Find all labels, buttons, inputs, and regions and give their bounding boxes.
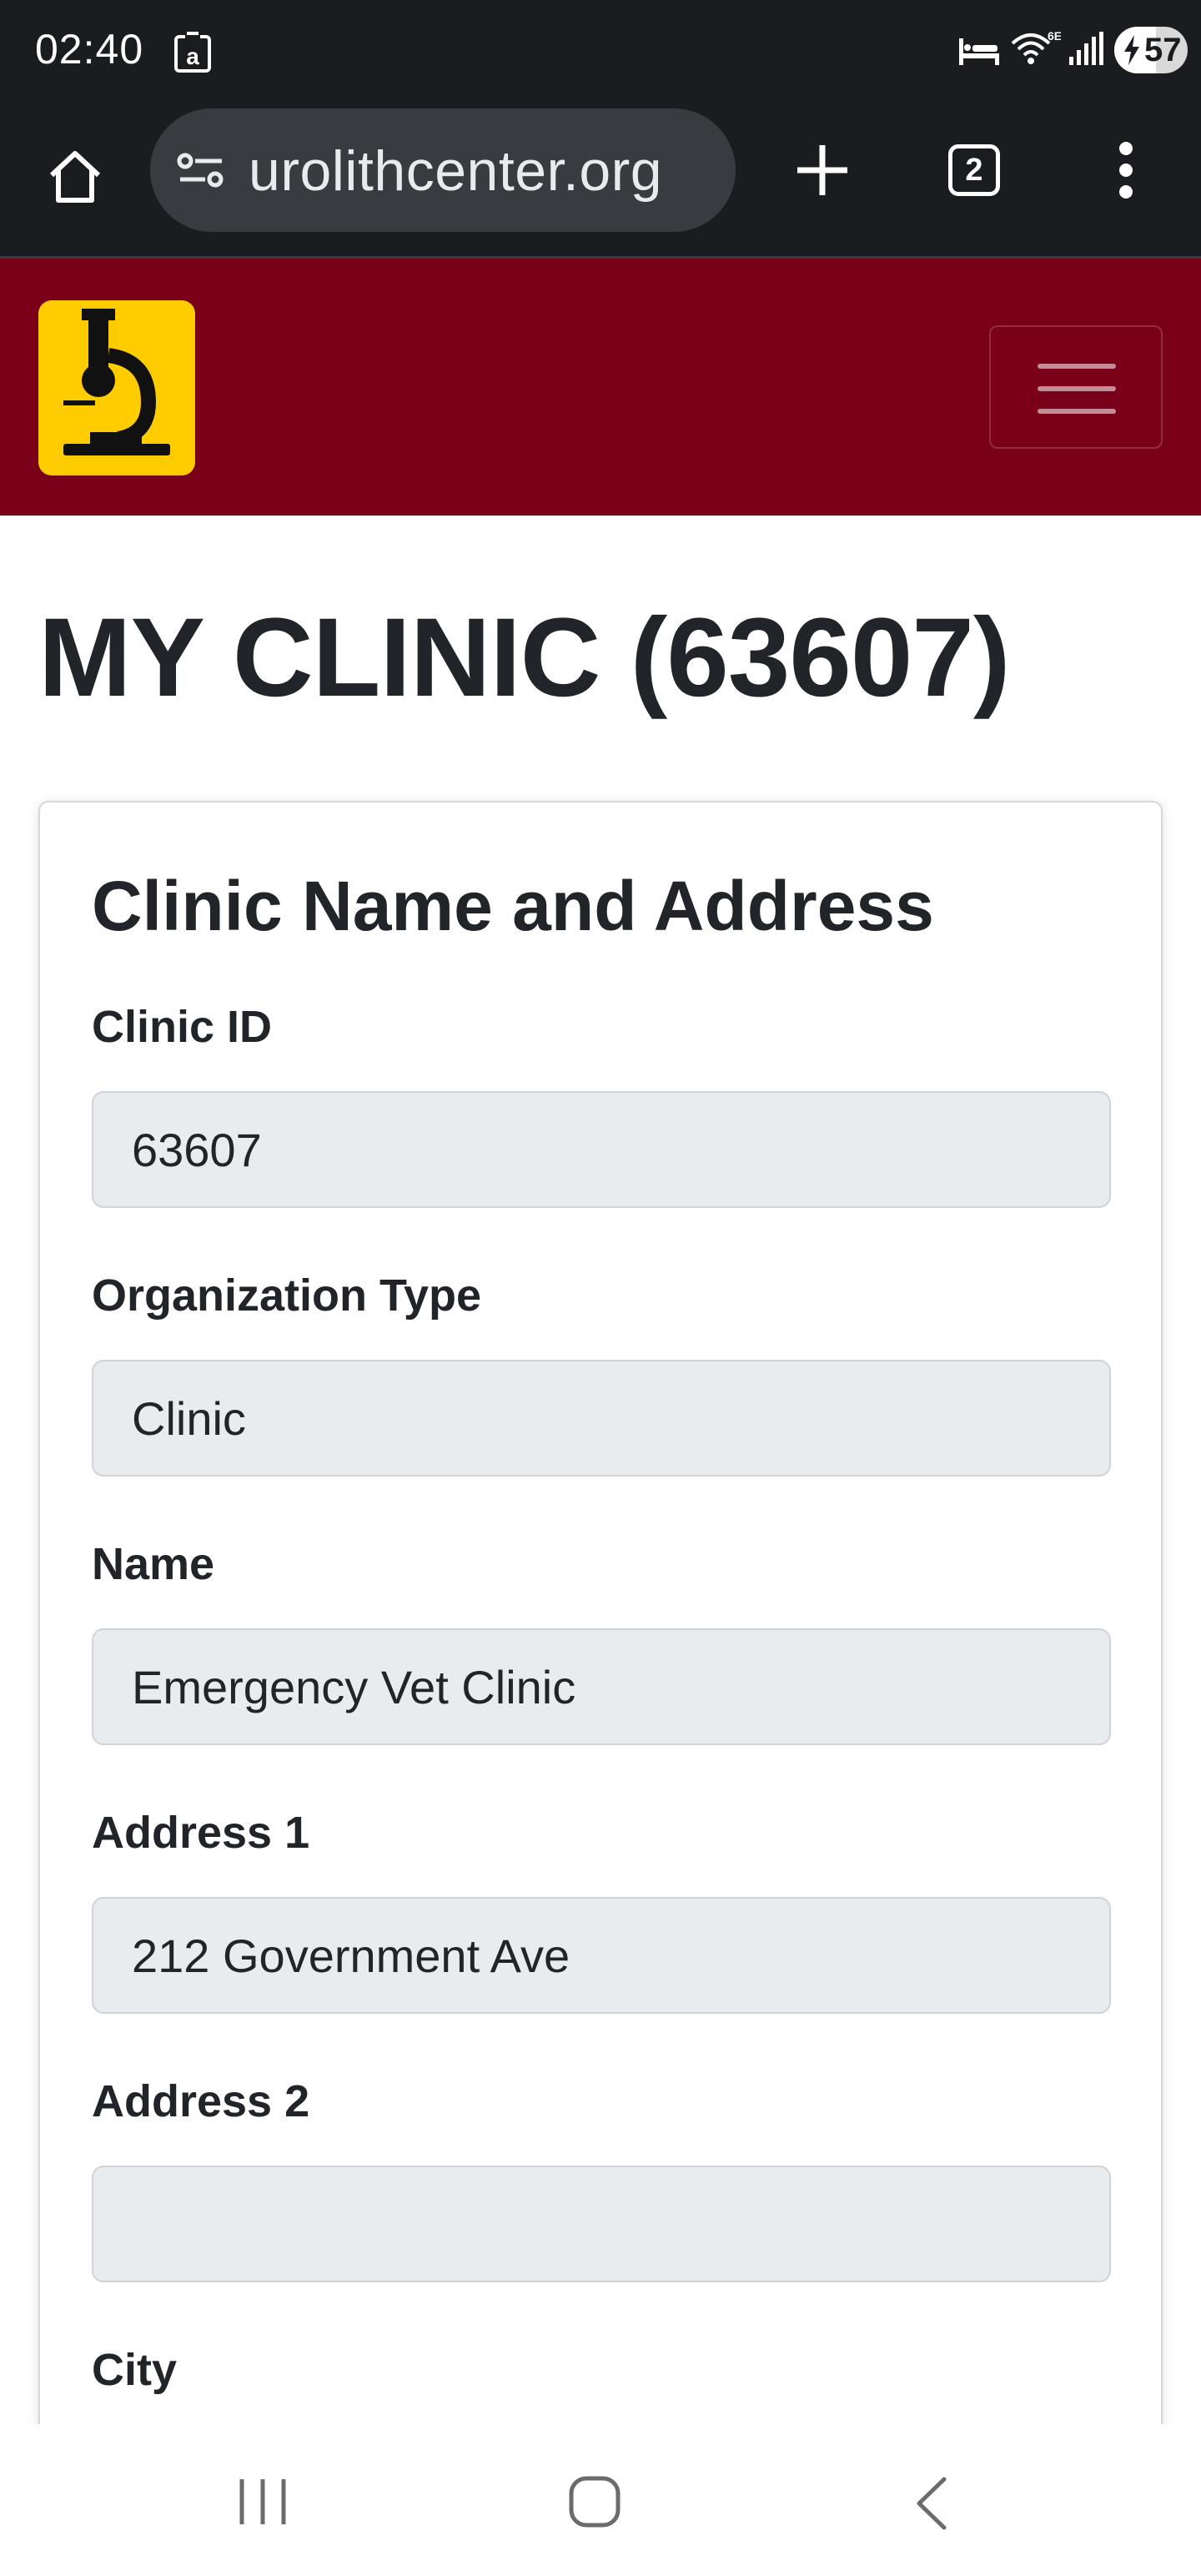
microscope-icon — [63, 309, 170, 455]
battery-level: 57 — [1144, 32, 1182, 68]
svg-text:6E: 6E — [1048, 29, 1061, 43]
android-navigation-bar — [0, 2424, 1201, 2576]
status-time: 02:40 — [35, 26, 144, 73]
battery-indicator: 57 — [1114, 27, 1188, 73]
back-icon — [917, 2477, 947, 2530]
clinic-address-card: Clinic Name and Address Clinic ID Organi… — [38, 801, 1163, 2576]
browser-menu-button[interactable] — [1106, 132, 1146, 209]
address1-label: Address 1 — [92, 1808, 310, 1858]
new-tab-button[interactable] — [784, 132, 861, 209]
browser-toolbar: urolithcenter.org 2 — [0, 107, 1201, 259]
wifi-6e-icon: 6E — [1011, 29, 1061, 64]
browser-home-button[interactable] — [37, 138, 113, 215]
site-navbar — [0, 259, 1201, 516]
navbar-toggle-button[interactable] — [989, 325, 1163, 449]
recents-icon — [239, 2479, 286, 2524]
recents-button[interactable] — [234, 2473, 292, 2531]
tab-count: 2 — [965, 152, 983, 188]
clinic-id-field[interactable] — [92, 1091, 1111, 1208]
url-text: urolithcenter.org — [249, 139, 663, 203]
tab-switcher-button[interactable]: 2 — [936, 132, 1013, 209]
card-title: Clinic Name and Address — [92, 867, 934, 945]
home-icon — [49, 151, 101, 203]
site-settings-icon — [177, 153, 224, 188]
page-title: MY CLINIC (63607) — [38, 596, 1011, 720]
name-label: Name — [92, 1539, 215, 1589]
organization-type-label: Organization Type — [92, 1270, 482, 1321]
address-bar[interactable]: urolithcenter.org — [150, 108, 736, 232]
home-button[interactable] — [567, 2474, 622, 2529]
organization-type-field[interactable] — [92, 1360, 1111, 1477]
signal-icon — [1069, 32, 1103, 65]
bed-icon — [959, 38, 999, 65]
status-icons: 6E 57 — [867, 25, 1201, 75]
brand-logo[interactable] — [38, 300, 195, 475]
city-label: City — [92, 2345, 178, 2395]
svg-text:a: a — [186, 43, 199, 69]
name-field[interactable] — [92, 1628, 1111, 1745]
a-notification-icon: a — [174, 32, 211, 73]
status-bar: 02:40 a 6E 57 — [0, 0, 1201, 107]
address2-field[interactable] — [92, 2166, 1111, 2282]
address1-field[interactable] — [92, 1897, 1111, 2014]
clinic-id-label: Clinic ID — [92, 1002, 273, 1052]
address2-label: Address 2 — [92, 2076, 310, 2126]
home-icon — [569, 2476, 621, 2528]
back-button[interactable] — [911, 2474, 952, 2533]
tabs-icon: 2 — [948, 144, 1000, 196]
more-vert-icon — [1119, 142, 1133, 199]
plus-icon — [797, 145, 847, 195]
battery-charging-icon — [1124, 35, 1139, 65]
